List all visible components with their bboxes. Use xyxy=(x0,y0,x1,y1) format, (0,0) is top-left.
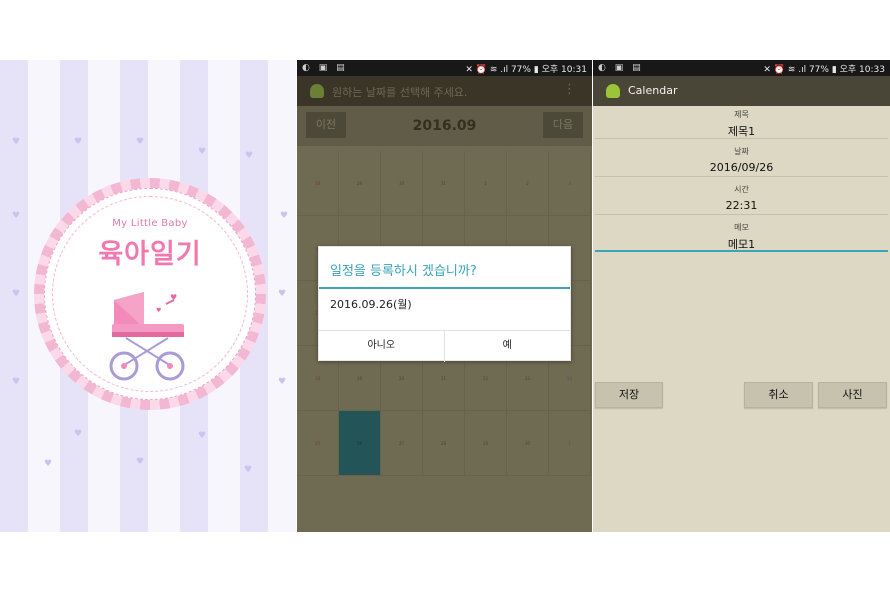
svg-text:♥: ♥ xyxy=(170,293,177,302)
save-button[interactable]: 저장 xyxy=(595,382,663,408)
calendar-footer-area xyxy=(297,480,592,532)
app-subtitle: My Little Baby xyxy=(112,218,188,229)
svg-text:♥: ♥ xyxy=(156,307,161,314)
android-app-icon xyxy=(606,84,620,98)
heart-icon: ♥ xyxy=(74,137,83,147)
heart-icon: ♥ xyxy=(198,431,207,441)
dialog-yes-button[interactable]: 예 xyxy=(445,331,571,362)
status-left-icons: ◐ ▣ ▤ xyxy=(598,63,644,73)
heart-icon: ♥ xyxy=(12,137,21,147)
heart-icon: ♥ xyxy=(12,289,21,299)
app-bar: Calendar xyxy=(593,76,890,106)
status-right: ✕ ⏰ ≋ .ıl 77% ▮ 오후 10:33 xyxy=(763,65,885,75)
time-label: 시간 xyxy=(734,185,749,194)
date-field[interactable]: 2016/09/26 xyxy=(595,161,888,177)
calendar-day-cell[interactable]: 2 xyxy=(507,151,549,216)
screenshot-collage: ♥ ♥ ♥ ♥ ♥ ♥ ♥ ♥ ♥ ♥ ♥ ♥ ♥ ♥ ♥ ♥ My Littl… xyxy=(0,0,890,592)
dialog-button-bar: 아니오 예 xyxy=(319,330,571,362)
app-bar-title: 원하는 날짜를 선택해 주세요. xyxy=(332,86,468,99)
heart-icon: ♥ xyxy=(12,211,21,221)
title-field[interactable]: 제목1 xyxy=(595,123,888,139)
dialog-divider xyxy=(319,287,570,289)
title-label: 제목 xyxy=(734,110,749,119)
heart-icon: ♥ xyxy=(44,459,53,469)
calendar-day-cell[interactable]: 1 xyxy=(465,151,507,216)
heart-icon: ♥ xyxy=(198,147,207,157)
splash-screen: ♥ ♥ ♥ ♥ ♥ ♥ ♥ ♥ ♥ ♥ ♥ ♥ ♥ ♥ ♥ ♥ My Littl… xyxy=(0,60,296,532)
month-navigation: 이전 2016.09 다음 xyxy=(297,106,592,146)
calendar-day-cell[interactable]: 27 xyxy=(381,411,423,476)
heart-icon: ♥ xyxy=(280,211,289,221)
next-month-button[interactable]: 다음 xyxy=(543,112,583,138)
baby-stroller-icon: ♥ ♥ xyxy=(109,292,185,381)
calendar-day-cell[interactable]: 3 xyxy=(549,151,591,216)
calendar-day-cell[interactable]: 30 xyxy=(507,411,549,476)
heart-icon: ♥ xyxy=(245,151,254,161)
heart-icon: ♥ xyxy=(244,465,253,475)
calendar-day-cell[interactable]: 29 xyxy=(465,411,507,476)
calendar-day-cell[interactable]: 25 xyxy=(297,411,339,476)
android-app-icon xyxy=(310,84,324,98)
calendar-screen: ◐ ▣ ▤ ✕ ⏰ ≋ .ıl 77% ▮ 오후 10:31 원하는 날짜를 선… xyxy=(297,60,592,532)
calendar-day-cell[interactable]: 28 xyxy=(423,411,465,476)
status-left-icons: ◐ ▣ ▤ xyxy=(302,63,348,73)
confirm-dialog: 일정을 등록하시 겠습니까? 2016.09.26(월) 아니오 예 xyxy=(318,246,571,362)
heart-icon: ♥ xyxy=(74,429,83,439)
calendar-day-cell[interactable]: 30 xyxy=(381,151,423,216)
calendar-day-cell[interactable]: 1 xyxy=(549,411,591,476)
status-bar: ◐ ▣ ▤ ✕ ⏰ ≋ .ıl 77% ▮ 오후 10:31 xyxy=(297,60,592,76)
dialog-message: 2016.09.26(월) xyxy=(330,298,412,311)
memo-label: 메모 xyxy=(734,223,749,232)
more-vert-icon[interactable]: ⋮ xyxy=(563,82,576,97)
status-right: ✕ ⏰ ≋ .ıl 77% ▮ 오후 10:31 xyxy=(465,65,587,75)
calendar-day-cell[interactable]: 28 xyxy=(297,151,339,216)
calendar-day-cell[interactable]: 29 xyxy=(339,151,381,216)
heart-icon: ♥ xyxy=(278,377,287,387)
dialog-title: 일정을 등록하시 겠습니까? xyxy=(330,264,477,279)
app-title: 육아일기 xyxy=(98,239,202,270)
heart-icon: ♥ xyxy=(12,377,21,387)
cancel-button[interactable]: 취소 xyxy=(744,382,813,408)
app-bar: 원하는 날짜를 선택해 주세요. ⋮ xyxy=(297,76,592,106)
app-bar-title: Calendar xyxy=(628,84,678,97)
calendar-day-cell[interactable]: 31 xyxy=(423,151,465,216)
date-label: 날짜 xyxy=(734,147,749,156)
heart-icon: ♥ xyxy=(136,137,145,147)
event-form-screen: ◐ ▣ ▤ ✕ ⏰ ≋ .ıl 77% ▮ 오후 10:33 Calendar … xyxy=(593,60,890,532)
memo-field[interactable]: 메모1 xyxy=(595,236,888,252)
status-bar: ◐ ▣ ▤ ✕ ⏰ ≋ .ıl 77% ▮ 오후 10:33 xyxy=(593,60,890,76)
photo-button[interactable]: 사진 xyxy=(818,382,887,408)
heart-icon: ♥ xyxy=(278,289,287,299)
time-field[interactable]: 22:31 xyxy=(595,199,888,215)
calendar-day-cell[interactable]: 26 xyxy=(339,411,381,476)
dialog-no-button[interactable]: 아니오 xyxy=(319,331,445,362)
heart-icon: ♥ xyxy=(136,457,145,467)
